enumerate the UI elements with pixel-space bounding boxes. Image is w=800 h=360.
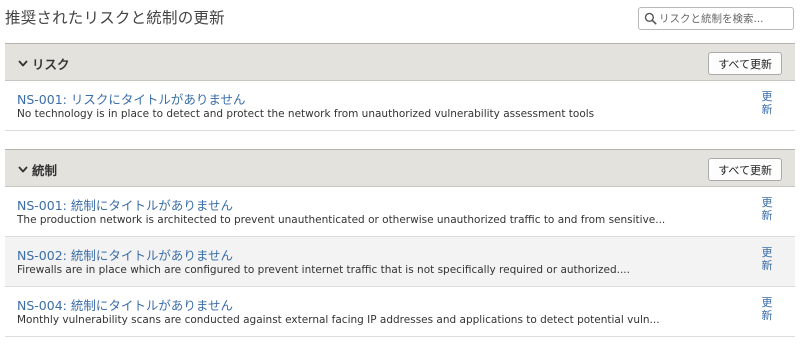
- update-all-risks-button[interactable]: すべて更新: [708, 52, 782, 75]
- control-title-link[interactable]: NS-004: 統制にタイトルがありません: [17, 295, 233, 314]
- update-link[interactable]: 更新: [761, 196, 773, 222]
- section-toggle-risks[interactable]: リスク: [17, 54, 70, 72]
- control-description: Monthly vulnerability scans are conducte…: [17, 314, 660, 326]
- page-header: 推奨されたリスクと統制の更新: [0, 0, 800, 38]
- control-row: NS-002: 統制にタイトルがありません Firewalls are in p…: [5, 237, 795, 287]
- section-header-risks: リスク すべて更新: [5, 43, 795, 81]
- control-title-link[interactable]: NS-002: 統制にタイトルがありません: [17, 245, 233, 264]
- control-description: Firewalls are in place which are configu…: [17, 264, 630, 276]
- risk-row: NS-001: リスクにタイトルがありません No technology is …: [5, 81, 795, 131]
- chevron-down-icon: [18, 60, 28, 67]
- risk-title-link[interactable]: NS-001: リスクにタイトルがありません: [17, 89, 245, 108]
- control-row: NS-001: 統制にタイトルがありません The production net…: [5, 187, 795, 237]
- control-title-link[interactable]: NS-001: 統制にタイトルがありません: [17, 195, 233, 214]
- section-toggle-controls[interactable]: 統制: [17, 160, 57, 178]
- section-title: 統制: [32, 162, 58, 178]
- section-title: リスク: [32, 56, 70, 72]
- search-box[interactable]: [638, 7, 794, 30]
- page-title: 推奨されたリスクと統制の更新: [5, 9, 225, 27]
- control-description: The production network is architected to…: [17, 214, 666, 226]
- update-all-controls-button[interactable]: すべて更新: [708, 158, 782, 181]
- section-header-controls: 統制 すべて更新: [5, 149, 795, 187]
- control-row: NS-004: 統制にタイトルがありません Monthly vulnerabil…: [5, 287, 795, 337]
- chevron-down-icon: [18, 166, 28, 173]
- update-link[interactable]: 更新: [761, 296, 773, 322]
- search-input[interactable]: [659, 10, 789, 28]
- search-icon: [644, 12, 657, 25]
- risk-description: No technology is in place to detect and …: [17, 108, 595, 120]
- update-link[interactable]: 更新: [761, 90, 773, 116]
- update-link[interactable]: 更新: [761, 246, 773, 272]
